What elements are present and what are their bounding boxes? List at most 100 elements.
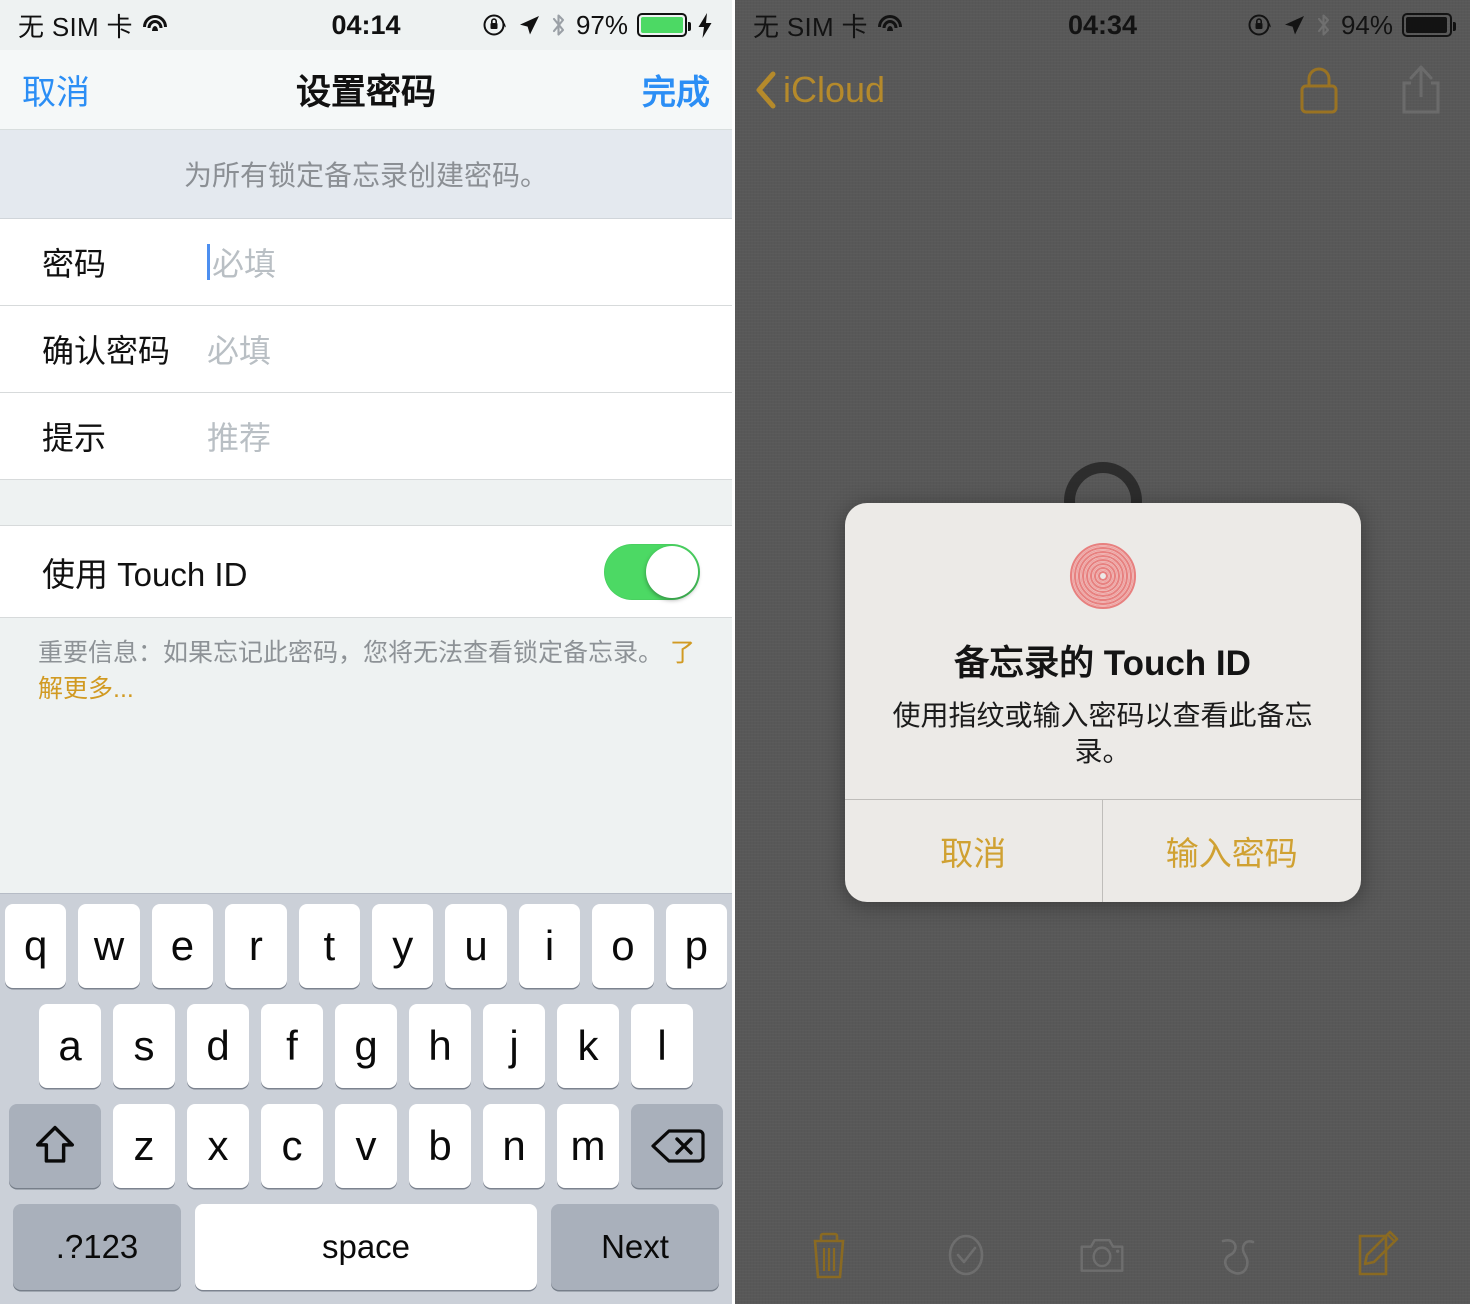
- key-w[interactable]: w: [78, 904, 140, 988]
- status-bar-right: 97%: [482, 10, 714, 41]
- key-x[interactable]: x: [187, 1104, 249, 1188]
- keyboard-row-1: q w e r t y u i o p: [4, 904, 728, 988]
- keyboard-row-3: z x c v b n m: [5, 1104, 727, 1188]
- back-button[interactable]: iCloud: [755, 69, 885, 111]
- key-q[interactable]: q: [4, 904, 67, 988]
- bottom-toolbar: [735, 1214, 1470, 1304]
- dialog-buttons: 取消 输入密码: [844, 798, 1361, 902]
- key-r[interactable]: r: [225, 904, 287, 988]
- squiggle-sketch-icon[interactable]: [1215, 1229, 1263, 1281]
- screenshot-stage: 无 SIM 卡 04:14 97% 取消 设置密码 完成 为所有锁定备忘录创建密…: [0, 0, 1470, 1304]
- bluetooth-icon: [552, 14, 565, 36]
- footer-warning: 重要信息：如果忘记此密码，您将无法查看锁定备忘录。 了解更多...: [0, 618, 732, 717]
- camera-icon[interactable]: [1078, 1229, 1126, 1281]
- status-bar-left: 无 SIM 卡: [753, 7, 903, 44]
- key-k[interactable]: k: [557, 1004, 619, 1088]
- battery-icon: [1402, 13, 1456, 37]
- hint-input[interactable]: 推荐: [207, 413, 271, 459]
- status-bar-right: 94%: [1247, 9, 1456, 41]
- key-n[interactable]: n: [483, 1104, 545, 1188]
- backspace-icon: [651, 1129, 705, 1163]
- key-l[interactable]: l: [631, 1004, 693, 1088]
- key-e[interactable]: e: [151, 904, 214, 988]
- back-button-label: iCloud: [783, 69, 886, 110]
- password-row[interactable]: 密码 必填: [0, 219, 732, 306]
- key-y[interactable]: y: [372, 904, 434, 988]
- battery-icon: [637, 13, 691, 37]
- hint-label: 提示: [42, 420, 107, 456]
- key-z[interactable]: z: [113, 1104, 175, 1188]
- rotation-lock-icon: [483, 14, 506, 36]
- checkmark-circle-icon[interactable]: [942, 1229, 990, 1281]
- right-status-bar: 无 SIM 卡 04:34 94%: [735, 0, 1470, 50]
- dialog-message: 使用指纹或输入密码以查看此备忘录。: [892, 700, 1313, 768]
- touch-id-label: 使用 Touch ID: [42, 555, 248, 593]
- wifi-icon: [142, 15, 168, 35]
- key-v[interactable]: v: [335, 1104, 397, 1188]
- key-h[interactable]: h: [409, 1004, 471, 1088]
- confirm-password-label: 确认密码: [42, 333, 171, 369]
- dialog-cancel-button[interactable]: 取消: [845, 800, 1103, 902]
- password-label: 密码: [42, 246, 107, 282]
- group-spacer: [0, 480, 732, 526]
- space-key[interactable]: space: [195, 1204, 537, 1290]
- key-d[interactable]: d: [187, 1004, 249, 1088]
- key-j[interactable]: j: [483, 1004, 545, 1088]
- share-icon[interactable]: [1398, 63, 1444, 117]
- key-a[interactable]: a: [39, 1004, 101, 1088]
- key-o[interactable]: o: [592, 904, 654, 988]
- keyboard-row-2: a s d f g h j k l: [5, 1004, 727, 1088]
- carrier-label: 无 SIM 卡: [753, 11, 868, 42]
- key-t[interactable]: t: [298, 904, 360, 988]
- shift-icon: [36, 1125, 74, 1163]
- key-f[interactable]: f: [261, 1004, 323, 1088]
- rotation-lock-icon: [1248, 14, 1271, 36]
- key-m[interactable]: m: [557, 1104, 619, 1188]
- key-i[interactable]: i: [518, 904, 581, 988]
- left-phone-screen: 无 SIM 卡 04:14 97% 取消 设置密码 完成 为所有锁定备忘录创建密…: [0, 0, 735, 1304]
- keyboard-row-4: .?123 space Next: [5, 1204, 727, 1290]
- cancel-button[interactable]: 取消: [22, 65, 90, 114]
- battery-percent-label: 94%: [1340, 9, 1393, 40]
- left-status-bar: 无 SIM 卡 04:14 97%: [0, 0, 732, 50]
- confirm-password-input[interactable]: 必填: [207, 326, 271, 372]
- footer-warning-text: 重要信息：如果忘记此密码，您将无法查看锁定备忘录。: [38, 639, 670, 667]
- compose-icon[interactable]: [1352, 1229, 1400, 1281]
- wifi-icon: [877, 15, 903, 35]
- key-g[interactable]: g: [335, 1004, 397, 1088]
- numeric-key[interactable]: .?123: [13, 1204, 181, 1290]
- page-title: 设置密码: [295, 73, 436, 112]
- right-nav-bar: iCloud: [735, 50, 1470, 130]
- shift-key[interactable]: [9, 1104, 101, 1188]
- carrier-label: 无 SIM 卡: [18, 11, 133, 42]
- password-input[interactable]: 必填: [207, 239, 276, 285]
- next-key[interactable]: Next: [551, 1204, 719, 1290]
- done-button[interactable]: 完成: [642, 65, 710, 114]
- key-b[interactable]: b: [409, 1104, 471, 1188]
- backspace-key[interactable]: [631, 1104, 723, 1188]
- lock-icon[interactable]: [1296, 64, 1342, 116]
- chevron-left-icon: [756, 71, 776, 109]
- section-description: 为所有锁定备忘录创建密码。: [0, 130, 732, 219]
- right-phone-screen: 无 SIM 卡 04:34 94% iCloud 备忘录的 Touch ID 使…: [735, 0, 1470, 1304]
- key-p[interactable]: p: [665, 904, 728, 988]
- touch-id-row[interactable]: 使用 Touch ID: [0, 526, 732, 618]
- key-u[interactable]: u: [445, 904, 507, 988]
- touch-id-toggle[interactable]: [604, 543, 700, 600]
- text-caret: [207, 244, 210, 280]
- trash-icon[interactable]: [805, 1229, 853, 1281]
- hint-row[interactable]: 提示 推荐: [0, 393, 732, 480]
- touch-id-dialog: 备忘录的 Touch ID 使用指纹或输入密码以查看此备忘录。 取消 输入密码: [844, 503, 1361, 902]
- toggle-knob: [646, 545, 698, 598]
- nav-actions: [1296, 63, 1444, 117]
- confirm-password-row[interactable]: 确认密码 必填: [0, 306, 732, 393]
- password-placeholder: 必填: [212, 246, 277, 282]
- hint-placeholder: 推荐: [207, 420, 272, 456]
- location-arrow-icon: [519, 16, 539, 35]
- key-c[interactable]: c: [261, 1104, 323, 1188]
- key-s[interactable]: s: [113, 1004, 175, 1088]
- location-arrow-icon: [1284, 16, 1304, 35]
- dialog-enter-password-button[interactable]: 输入密码: [1102, 799, 1361, 902]
- on-screen-keyboard[interactable]: q w e r t y u i o p a s d f g h j k l z …: [0, 893, 732, 1304]
- password-form-group: 密码 必填 确认密码 必填 提示 推荐: [0, 219, 732, 480]
